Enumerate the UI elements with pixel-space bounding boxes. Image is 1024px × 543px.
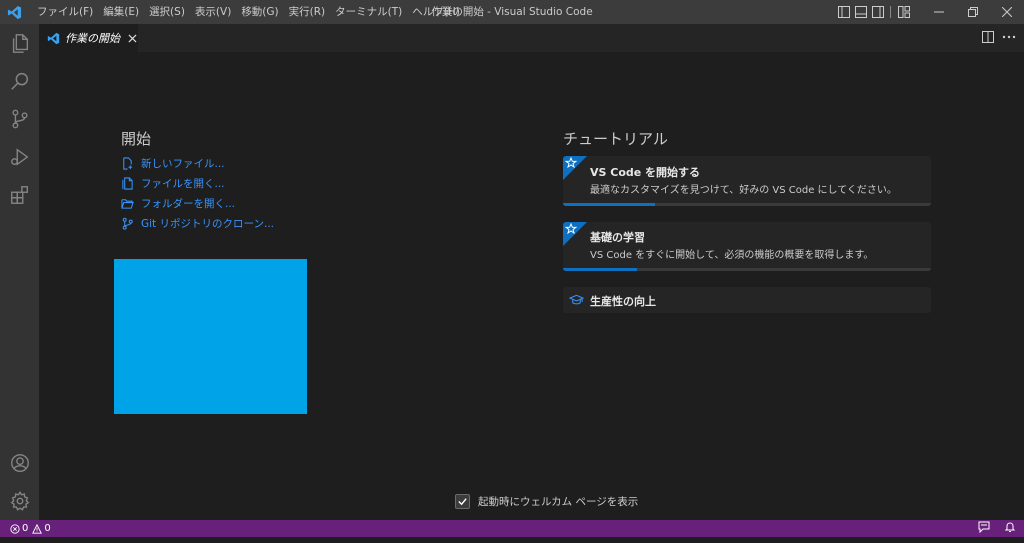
tab-welcome[interactable]: 作業の開始 xyxy=(39,24,138,52)
settings-gear-icon[interactable] xyxy=(0,482,39,520)
show-on-startup-label: 起動時にウェルカム ページを表示 xyxy=(478,496,639,508)
open-folder-icon xyxy=(121,196,135,210)
title-bar: ファイル(F) 編集(E) 選択(S) 表示(V) 移動(G) 実行(R) ター… xyxy=(0,0,1024,24)
tab-label: 作業の開始 xyxy=(65,32,120,45)
card-title: 基礎の学習 xyxy=(590,231,645,244)
show-on-startup-checkbox[interactable] xyxy=(455,494,470,509)
card-title: VS Code を開始する xyxy=(590,166,701,179)
notifications-bell-icon[interactable] xyxy=(1004,521,1016,536)
toggle-secondary-sidebar-icon[interactable] xyxy=(869,0,886,24)
open-folder-link[interactable]: フォルダーを開く... xyxy=(121,193,274,213)
close-window-icon[interactable] xyxy=(990,0,1024,24)
toggle-panel-icon[interactable] xyxy=(852,0,869,24)
start-list: 新しいファイル... ファイルを開く... フォルダーを開く... Git リポ… xyxy=(121,153,274,233)
new-file-label: 新しいファイル... xyxy=(141,157,225,170)
vscode-logo-icon xyxy=(0,0,28,24)
extensions-icon[interactable] xyxy=(0,176,39,214)
menu-go[interactable]: 移動(G) xyxy=(236,0,283,24)
image-placeholder xyxy=(114,259,307,414)
checkmark-icon xyxy=(458,498,467,506)
card-description: 最適なカスタマイズを見つけて、好みの VS Code にしてください。 xyxy=(590,185,897,196)
explorer-icon[interactable] xyxy=(0,24,39,62)
problems-indicator[interactable]: 0 0 xyxy=(10,523,55,534)
git-clone-link[interactable]: Git リポジトリのクローン... xyxy=(121,213,274,233)
source-control-icon[interactable] xyxy=(0,100,39,138)
git-clone-label: Git リポジトリのクローン... xyxy=(141,217,274,230)
activity-bar xyxy=(0,24,39,520)
status-bar: 0 0 xyxy=(0,520,1024,537)
git-branch-icon xyxy=(121,216,135,230)
run-debug-icon[interactable] xyxy=(0,138,39,176)
menu-view[interactable]: 表示(V) xyxy=(190,0,236,24)
menu-selection[interactable]: 選択(S) xyxy=(144,0,190,24)
tutorial-card-fundamentals[interactable]: 基礎の学習 VS Code をすぐに開始して、必須の機能の概要を取得します。 xyxy=(563,222,931,271)
open-file-label: ファイルを開く... xyxy=(141,177,225,190)
bottom-edge xyxy=(0,537,1024,543)
progress-fill xyxy=(563,203,655,206)
new-file-icon xyxy=(121,156,135,170)
close-icon[interactable] xyxy=(127,32,138,44)
show-on-startup[interactable]: 起動時にウェルカム ページを表示 xyxy=(455,494,638,509)
menu-terminal[interactable]: ターミナル(T) xyxy=(330,0,407,24)
star-icon xyxy=(564,156,578,169)
star-icon xyxy=(564,222,578,235)
new-file-link[interactable]: 新しいファイル... xyxy=(121,153,274,173)
vscode-tab-icon xyxy=(47,31,60,45)
search-icon[interactable] xyxy=(0,62,39,100)
mortarboard-icon xyxy=(568,293,585,307)
start-title: 開始 xyxy=(121,130,152,148)
progress-fill xyxy=(563,268,637,271)
progress-bar xyxy=(563,268,931,271)
account-icon[interactable] xyxy=(0,444,39,482)
minimize-icon[interactable] xyxy=(922,0,956,24)
error-icon xyxy=(10,523,20,534)
menu-run[interactable]: 実行(R) xyxy=(284,0,331,24)
warning-count: 0 xyxy=(44,523,51,534)
menu-edit[interactable]: 編集(E) xyxy=(98,0,144,24)
card-description: VS Code をすぐに開始して、必須の機能の概要を取得します。 xyxy=(590,250,874,261)
more-actions-icon[interactable] xyxy=(1002,31,1016,46)
toggle-primary-sidebar-icon[interactable] xyxy=(835,0,852,24)
open-file-link[interactable]: ファイルを開く... xyxy=(121,173,274,193)
split-editor-icon[interactable] xyxy=(982,30,994,46)
restore-icon[interactable] xyxy=(956,0,990,24)
open-file-icon xyxy=(121,176,135,190)
tutorials-title: チュートリアル xyxy=(563,130,668,148)
menu-bar: ファイル(F) 編集(E) 選択(S) 表示(V) 移動(G) 実行(R) ター… xyxy=(32,0,465,24)
warning-icon xyxy=(32,523,43,534)
title-divider xyxy=(890,6,891,18)
tutorial-card-productivity[interactable]: 生産性の向上 xyxy=(563,287,931,313)
tab-bar: 作業の開始 xyxy=(39,24,1024,52)
progress-bar xyxy=(563,203,931,206)
card-title: 生産性の向上 xyxy=(590,295,656,308)
customize-layout-icon[interactable] xyxy=(895,0,912,24)
error-count: 0 xyxy=(22,523,29,534)
menu-file[interactable]: ファイル(F) xyxy=(32,0,98,24)
open-folder-label: フォルダーを開く... xyxy=(141,197,236,210)
menu-help[interactable]: ヘルプ(H) xyxy=(407,0,465,24)
feedback-icon[interactable] xyxy=(978,521,990,536)
tutorial-card-get-started[interactable]: VS Code を開始する 最適なカスタマイズを見つけて、好みの VS Code… xyxy=(563,156,931,206)
